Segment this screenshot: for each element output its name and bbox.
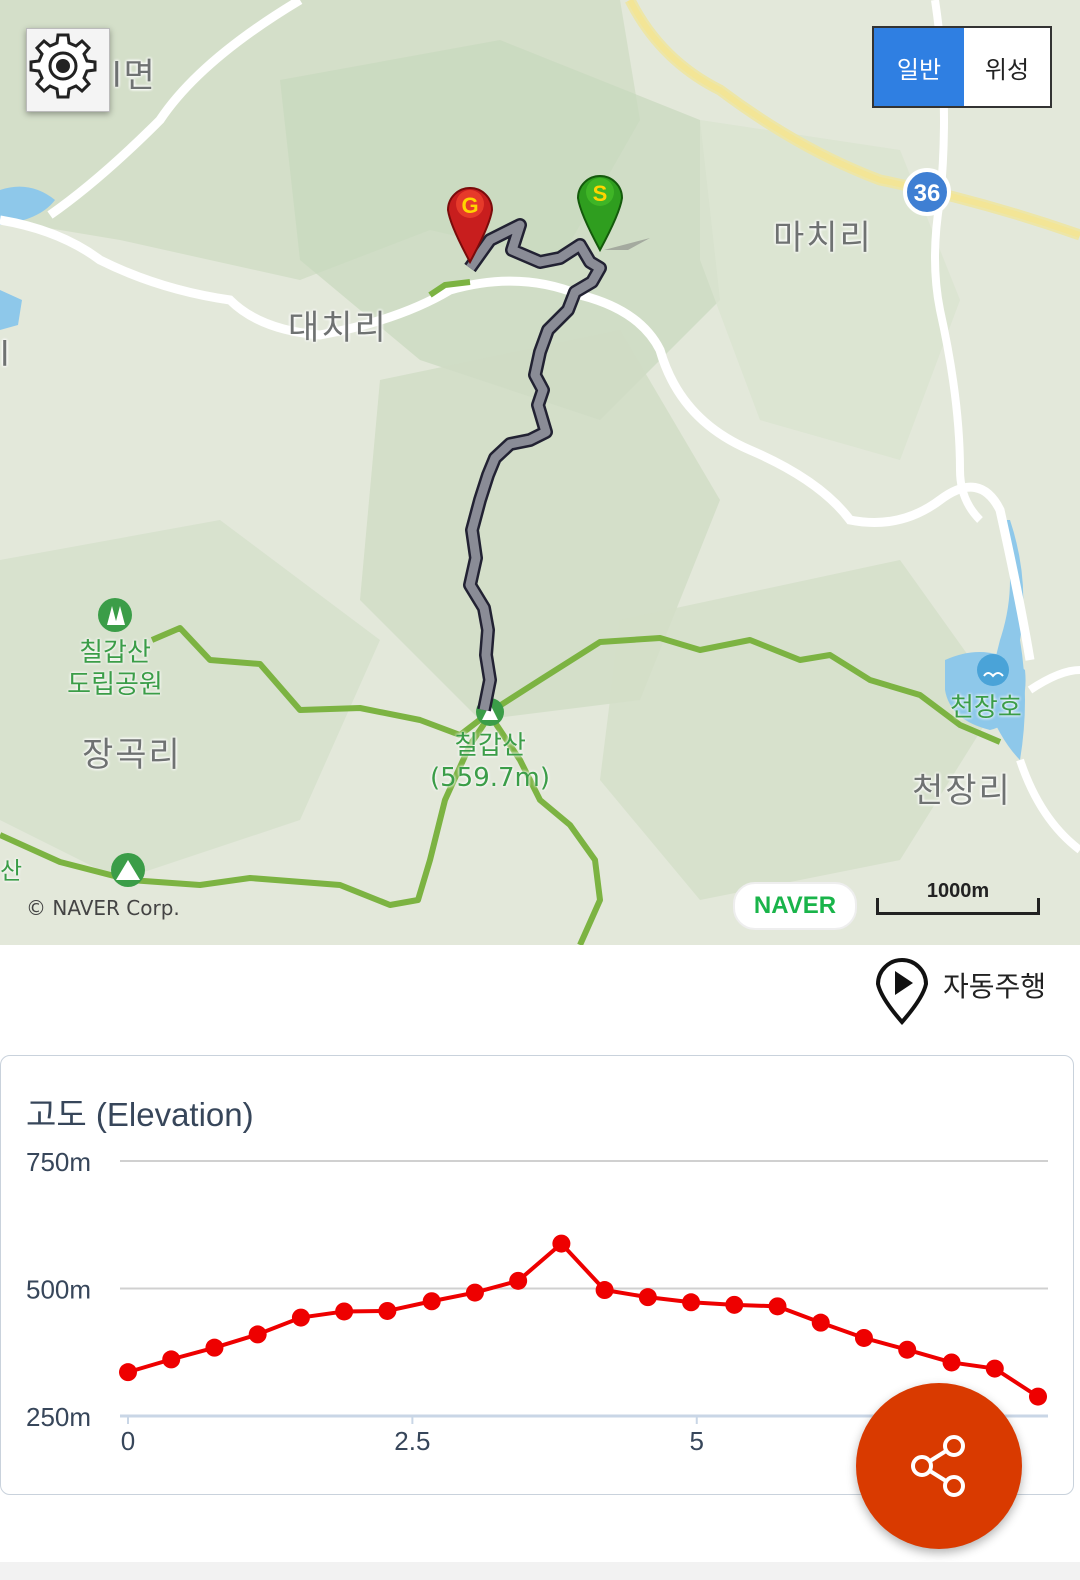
share-icon	[911, 1435, 965, 1497]
y-tick-label: 750m	[26, 1147, 91, 1177]
elevation-point	[162, 1350, 181, 1369]
goal-label: G	[461, 193, 478, 218]
elevation-title: 고도 (Elevation)	[26, 1096, 254, 1133]
elevation-point	[422, 1292, 441, 1311]
elevation-point	[291, 1308, 310, 1327]
map-type-satellite[interactable]: 위성	[964, 28, 1050, 106]
elevation-point	[811, 1313, 830, 1332]
park-label-chilgap: 칠갑산 도립공원	[60, 637, 170, 701]
map-copyright: © NAVER Corp.	[26, 896, 180, 920]
elevation-point	[854, 1328, 873, 1347]
lake-icon	[977, 654, 1009, 686]
elevation-point	[552, 1234, 571, 1253]
park-type: 도립공원	[67, 670, 163, 700]
park-icon	[98, 598, 132, 632]
elevation-point	[248, 1325, 267, 1344]
elevation-point	[638, 1288, 657, 1307]
bottom-bar	[0, 1562, 1080, 1580]
park-label-cheonjangho: 천장호	[950, 693, 1022, 723]
map-view[interactable]: 36 G S l면 마치리 대치리 l 장곡리 천장리 산 칠갑산 도립공원 천…	[0, 0, 1080, 945]
gear-icon	[29, 33, 97, 99]
y-tick-label: 500m	[26, 1275, 91, 1305]
elevation-point	[595, 1281, 614, 1300]
elevation-point	[725, 1295, 744, 1314]
x-tick-label: 0	[121, 1426, 135, 1456]
elevation-point	[985, 1359, 1004, 1378]
route-number: 36	[914, 180, 941, 207]
park-name: 칠갑산	[79, 638, 151, 668]
place-label-partial-bottom: 산	[0, 857, 23, 885]
elevation-point	[682, 1293, 701, 1312]
play-pin-icon	[875, 958, 929, 1026]
map-scale: 1000m	[876, 880, 1040, 916]
y-tick-label: 250m	[26, 1402, 91, 1432]
elevation-point	[465, 1283, 484, 1302]
elevation-point	[378, 1301, 397, 1320]
elevation-point	[119, 1363, 137, 1382]
elevation-point	[898, 1340, 917, 1359]
elevation-point	[942, 1353, 961, 1372]
x-tick-label: 5	[690, 1426, 704, 1456]
naver-logo: NAVER	[733, 882, 857, 930]
elevation-point	[335, 1302, 354, 1321]
elevation-point	[509, 1271, 528, 1290]
elevation-point	[1029, 1387, 1047, 1406]
place-label-cheonjang: 천장리	[912, 771, 1012, 811]
start-label: S	[593, 181, 608, 206]
map-type-general[interactable]: 일반	[874, 28, 964, 106]
place-label-daechi: 대치리	[288, 308, 388, 348]
peak-label: 칠갑산 (559.7m)	[425, 730, 555, 794]
autoplay-button[interactable]: 자동주행	[873, 955, 1047, 1026]
place-label-maechi: 마치리	[773, 218, 873, 258]
peak-name: 칠갑산	[454, 731, 526, 761]
share-button[interactable]	[856, 1383, 1022, 1549]
place-label-partial: l면	[112, 56, 157, 96]
scale-bar	[876, 898, 1040, 915]
autoplay-label: 자동주행	[943, 970, 1047, 1003]
peak-height: (559.7m)	[429, 763, 551, 793]
elevation-point	[768, 1297, 787, 1316]
place-label-janggok: 장곡리	[82, 735, 182, 775]
x-tick-label: 2.5	[394, 1426, 430, 1456]
elevation-point	[205, 1338, 224, 1357]
settings-button[interactable]	[26, 28, 110, 112]
place-label-partial-left: l	[0, 335, 12, 375]
elevation-line	[127, 1241, 1040, 1399]
map-type-toggle[interactable]: 일반 위성	[872, 26, 1052, 108]
